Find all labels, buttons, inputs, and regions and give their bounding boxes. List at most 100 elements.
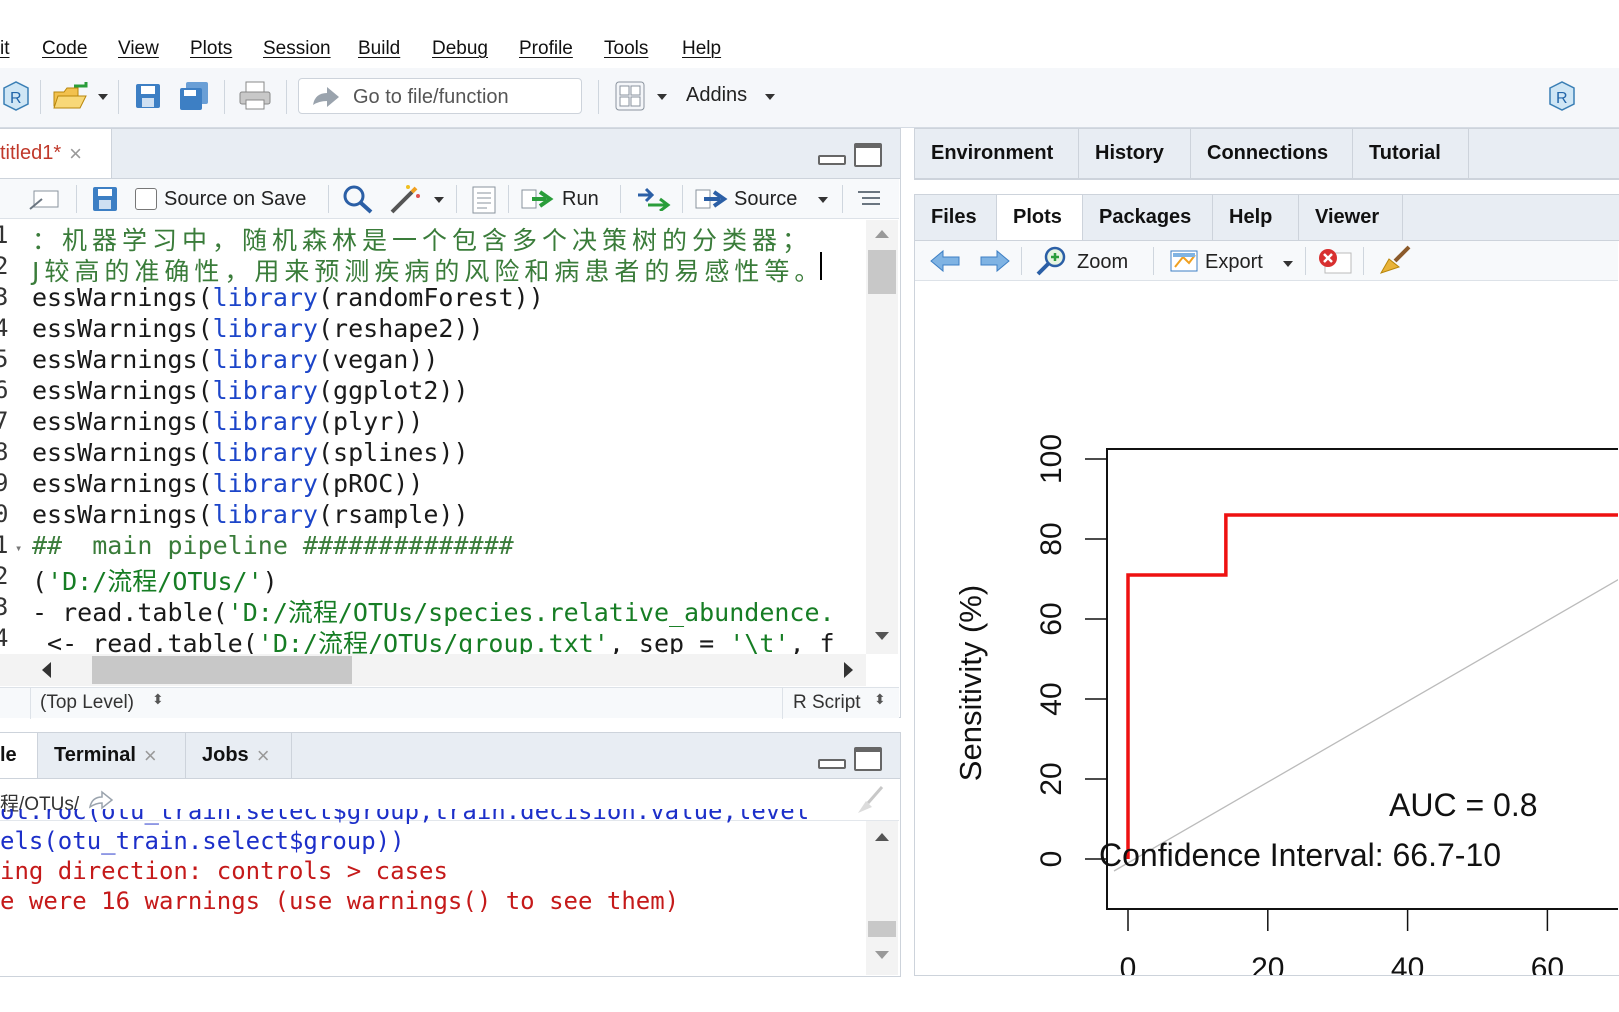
tab-tutorial[interactable]: Tutorial	[1353, 129, 1469, 178]
source-on-save-checkbox[interactable]	[135, 188, 157, 210]
code-tools-dropdown-icon[interactable]	[434, 197, 444, 203]
re-run-icon[interactable]	[634, 187, 672, 211]
run-button[interactable]: Run	[520, 183, 610, 215]
menu-session[interactable]: Session	[263, 38, 331, 60]
source-button[interactable]: Source	[694, 183, 834, 215]
code-line: essWarnings(library(reshape2))	[32, 314, 484, 343]
save-icon[interactable]	[134, 82, 162, 110]
line-number: 8	[0, 438, 9, 466]
tab-untitled1[interactable]: titled1* ×	[0, 129, 112, 178]
menu-profile[interactable]: Profile	[519, 38, 573, 60]
tab-connections[interactable]: Connections	[1191, 129, 1353, 178]
tab-terminal[interactable]: Terminal ×	[38, 733, 186, 778]
code-token: library	[212, 345, 318, 374]
maximize-pane-icon[interactable]	[854, 747, 882, 771]
go-to-file-input[interactable]: Go to file/function	[298, 78, 582, 114]
tab-jobs[interactable]: Jobs ×	[186, 733, 292, 778]
tab-packages[interactable]: Packages	[1083, 195, 1213, 240]
scroll-left-icon[interactable]	[42, 662, 51, 678]
file-type-updown-icon[interactable]: ⬍	[874, 691, 886, 708]
scope-selector[interactable]: (Top Level)	[40, 692, 134, 714]
menu-view[interactable]: View	[118, 38, 159, 60]
grid-layout-icon[interactable]	[614, 80, 646, 112]
addins-menu[interactable]: Addins	[686, 84, 747, 107]
scroll-thumb[interactable]	[868, 250, 896, 294]
tab-history[interactable]: History	[1079, 129, 1191, 178]
forward-arrow-icon[interactable]	[977, 249, 1011, 273]
r-project-icon[interactable]: R	[0, 80, 32, 114]
toolbar-separator	[842, 185, 843, 213]
scope-updown-icon[interactable]: ⬍	[152, 691, 164, 708]
outline-icon[interactable]	[856, 189, 882, 209]
scroll-thumb[interactable]	[868, 921, 896, 937]
source-arrow-icon	[695, 189, 728, 209]
export-dropdown-icon[interactable]	[1283, 261, 1293, 267]
r-project-icon[interactable]: R	[1546, 80, 1578, 114]
toolbar-separator	[508, 185, 509, 213]
back-arrow-icon[interactable]	[929, 249, 963, 273]
code-token: , f	[789, 629, 835, 654]
console-vertical-scrollbar[interactable]	[866, 821, 898, 975]
scroll-up-icon[interactable]	[875, 833, 889, 841]
menu-plots[interactable]: Plots	[190, 38, 232, 60]
code-token: '\t'	[729, 629, 790, 654]
broom-icon[interactable]	[1377, 245, 1413, 277]
addins-dropdown-icon[interactable]	[765, 94, 775, 100]
maximize-pane-icon[interactable]	[854, 143, 882, 167]
toolbar-separator	[224, 80, 225, 114]
scroll-down-icon[interactable]	[875, 951, 889, 959]
line-number: 2	[0, 252, 9, 280]
menu-code[interactable]: Code	[42, 38, 87, 60]
code-editor[interactable]: 123456789012345 ：机器学习中，随机森林是一个包含多个决策树的分类…	[0, 220, 866, 654]
go-to-directory-icon[interactable]	[88, 789, 114, 811]
toolbar-separator	[118, 80, 119, 114]
open-dropdown-icon[interactable]	[98, 94, 108, 100]
scroll-right-icon[interactable]	[844, 662, 853, 678]
zoom-button[interactable]: Zoom	[1035, 245, 1139, 277]
show-in-window-icon[interactable]	[28, 187, 62, 213]
menu-edit[interactable]: it	[0, 38, 10, 60]
tab-help[interactable]: Help	[1213, 195, 1299, 240]
file-type-selector[interactable]: R Script	[793, 692, 861, 714]
y-tick-label: 40	[1035, 682, 1068, 715]
close-icon[interactable]: ×	[69, 141, 82, 167]
tab-environment[interactable]: Environment	[915, 129, 1079, 178]
code-token: essWarnings(	[32, 438, 213, 467]
print-icon[interactable]	[238, 80, 272, 112]
menu-build[interactable]: Build	[358, 38, 400, 60]
code-line: essWarnings(library(plyr))	[32, 407, 423, 436]
layout-dropdown-icon[interactable]	[657, 94, 667, 100]
scroll-up-icon[interactable]	[875, 230, 889, 238]
menu-help[interactable]: Help	[682, 38, 721, 60]
search-icon[interactable]	[342, 184, 374, 214]
editor-horizontal-scrollbar[interactable]	[0, 654, 866, 686]
code-token: library	[212, 314, 318, 343]
y-tick-label: 100	[1035, 434, 1068, 484]
open-folder-icon[interactable]	[52, 82, 92, 112]
close-icon[interactable]: ×	[257, 743, 270, 769]
magic-wand-icon[interactable]	[388, 184, 424, 214]
scroll-thumb[interactable]	[92, 656, 352, 684]
minimize-pane-icon[interactable]	[818, 155, 846, 165]
editor-vertical-scrollbar[interactable]	[866, 220, 898, 654]
menu-debug[interactable]: Debug	[432, 38, 488, 60]
remove-plot-icon[interactable]	[1317, 247, 1353, 277]
minimize-pane-icon[interactable]	[818, 759, 846, 769]
console-output[interactable]: ot.roc(otu_train.select$group,train.deci…	[0, 809, 866, 975]
source-dropdown-icon[interactable]	[818, 197, 828, 203]
tab-console[interactable]: le	[0, 733, 38, 778]
code-line: <- read.table('D:/流程/OTUs/group.txt', se…	[32, 624, 835, 654]
fold-arrow-icon[interactable]: ▾	[15, 541, 22, 555]
close-icon[interactable]: ×	[144, 743, 157, 769]
compile-report-icon[interactable]	[470, 186, 498, 214]
tab-files[interactable]: Files	[915, 195, 997, 240]
tab-viewer[interactable]: Viewer	[1299, 195, 1403, 240]
code-token: essWarnings(	[32, 283, 213, 312]
tab-plots[interactable]: Plots	[997, 195, 1083, 240]
save-icon[interactable]	[92, 186, 118, 212]
tab-terminal-label: Terminal	[54, 744, 136, 766]
scroll-down-icon[interactable]	[875, 632, 889, 640]
menu-tools[interactable]: Tools	[604, 38, 648, 60]
export-button[interactable]: Export	[1167, 245, 1297, 277]
save-all-icon[interactable]	[178, 80, 212, 112]
